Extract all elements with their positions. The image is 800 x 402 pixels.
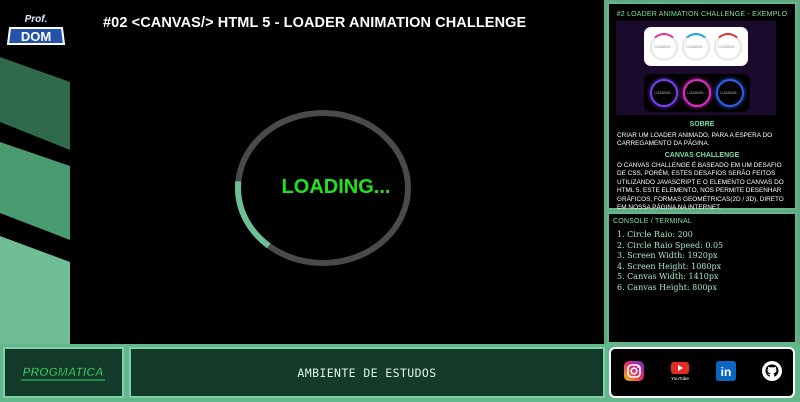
about-text: CRIAR UM LOADER ANIMADO, PARA A ESPERA D… [617, 132, 773, 148]
example-panel: #2 LOADER ANIMATION CHALLENGE - EXEMPLO … [607, 2, 797, 212]
console-line: 3. Screen Width: 1920px [617, 251, 718, 260]
linkedin-label: in [721, 365, 732, 379]
loading-text: LOADING... [281, 176, 391, 198]
canvas-area: Prof. DOM #02 <CANVAS/> HTML 5 - LOADER … [0, 0, 604, 344]
console-line: 2. Circle Raio Speed: 0.05 [617, 240, 724, 250]
thumb-loader-1: LOADING... [650, 33, 678, 61]
thumb-loader-2: LOADING... [682, 33, 710, 61]
canvas-challenge-text: O CANVAS CHALLENGE É BASEADO EM UM DESAF… [617, 162, 784, 212]
console-line: 6. Canvas Height: 800px [617, 282, 718, 292]
console-panel: CONSOLE / TERMINAL 1. Circle Raio: 200 2… [607, 212, 797, 344]
logo-prefix: Prof. [25, 14, 48, 25]
decorative-stripes [0, 57, 70, 344]
thumb-loader-6: LOADING... [716, 79, 744, 107]
logo-name: DOM [21, 29, 51, 44]
example-panel-title: #2 LOADER ANIMATION CHALLENGE - EXEMPLO [616, 11, 788, 18]
banner-text: AMBIENTE DE ESTUDOS [297, 366, 437, 380]
brand-name: PROGMATICA [22, 365, 103, 379]
thumb-loader-3: LOADING... [714, 33, 742, 61]
thumbnail-dark-row: LOADING... LOADING... LOADING... [644, 74, 750, 112]
console-line: 1. Circle Raio: 200 [617, 230, 693, 239]
thumb-loader-4: LOADING... [650, 79, 678, 107]
instagram-icon[interactable] [623, 360, 645, 382]
thumb-loader-5: LOADING... [683, 79, 711, 107]
study-environment-banner: AMBIENTE DE ESTUDOS [129, 347, 605, 398]
youtube-label: YouTube [671, 376, 689, 381]
linkedin-icon[interactable]: in [715, 360, 737, 382]
console-lines: 1. Circle Raio: 200 2. Circle Raio Speed… [617, 230, 723, 293]
console-line: 4. Screen Height: 1080px [617, 261, 722, 271]
social-links: YouTube in [609, 347, 795, 398]
prof-dom-logo: Prof. DOM [4, 6, 68, 50]
example-thumbnail: LOADING... LOADING... LOADING... LOADING… [616, 21, 776, 115]
progmatica-logo[interactable]: PROGMATICA [3, 347, 124, 398]
console-line: 5. Canvas Width: 1410px [617, 272, 719, 281]
thumbnail-light-row: LOADING... LOADING... LOADING... [644, 27, 748, 66]
canvas-challenge-heading: CANVAS CHALLENGE [664, 152, 740, 159]
youtube-icon[interactable]: YouTube [669, 360, 691, 382]
about-heading: SOBRE [689, 121, 715, 128]
page-title: #02 <CANVAS/> HTML 5 - LOADER ANIMATION … [103, 15, 527, 31]
github-icon[interactable] [761, 360, 783, 382]
console-title: CONSOLE / TERMINAL [613, 218, 692, 225]
